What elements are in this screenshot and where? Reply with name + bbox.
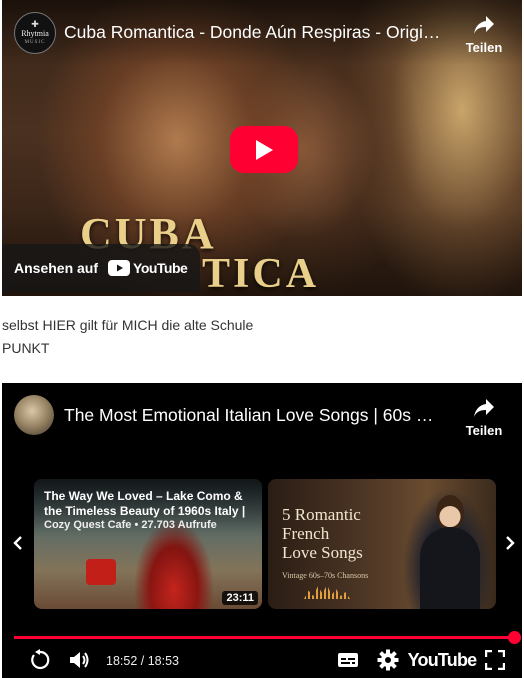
figure-body (420, 527, 480, 609)
youtube-logo-button[interactable]: YouTube (408, 647, 478, 673)
article-text: selbst HIER gilt für MICH die alte Schul… (2, 314, 512, 360)
audio-waveform-graphic (304, 585, 350, 599)
channel-logo-name: Rhytmia (21, 28, 49, 38)
replay-button[interactable] (26, 647, 54, 673)
share-button[interactable]: Teilen (460, 397, 508, 438)
poster-title-line: French (282, 524, 330, 543)
youtube-play-icon (108, 260, 131, 276)
handbag-image (86, 559, 116, 585)
youtube-logo: YouTube (108, 260, 188, 276)
figure-head (436, 495, 464, 531)
gear-icon (377, 649, 399, 671)
chevron-left-icon (13, 536, 22, 550)
channel-avatar[interactable]: ✚ Rhytmia MUSIC (14, 12, 56, 54)
poster-title-line2: TICA (202, 251, 320, 296)
fullscreen-button[interactable] (482, 647, 508, 673)
video-title[interactable]: The Most Emotional Italian Love Songs | … (64, 405, 444, 426)
volume-button[interactable] (66, 647, 94, 673)
play-icon (256, 139, 273, 160)
watch-on-label: Ansehen auf (14, 260, 99, 276)
video-title[interactable]: Cuba Romantica - Donde Aún Respiras - Or… (64, 22, 444, 43)
share-icon (474, 399, 494, 417)
video-embed-1[interactable]: ✚ Rhytmia MUSIC Cuba Romantica - Donde A… (2, 0, 522, 296)
poster-title-line: Love Songs (282, 543, 363, 562)
share-label: Teilen (465, 423, 503, 438)
channel-avatar[interactable] (14, 395, 54, 435)
channel-logo-mark: ✚ (31, 18, 39, 29)
youtube-wordmark: YouTube (133, 260, 188, 276)
woman-figure-image (414, 495, 484, 609)
watch-on-youtube-button[interactable]: Ansehen auf YouTube (2, 244, 200, 292)
video-duration-badge: 23:11 (222, 591, 258, 605)
share-label: Teilen (465, 40, 503, 55)
article-line-2: PUNKT (2, 340, 50, 356)
related-video-card[interactable]: 5 Romantic French Love Songs Vintage 60s… (268, 479, 496, 609)
next-arrow-button[interactable] (500, 533, 520, 553)
poster-title-line: 5 Romantic (282, 505, 361, 524)
replay-icon (31, 649, 50, 670)
progress-played (14, 636, 514, 639)
subtitles-icon (338, 653, 358, 667)
settings-button[interactable] (374, 647, 402, 673)
share-button[interactable]: Teilen (460, 14, 508, 55)
chevron-right-icon (506, 536, 515, 550)
previous-arrow-button[interactable] (8, 533, 28, 553)
play-button[interactable] (230, 126, 298, 173)
related-video-card[interactable]: The Way We Loved – Lake Como & the Timel… (34, 479, 262, 609)
article-line-1: selbst HIER gilt für MICH die alte Schul… (2, 317, 254, 333)
youtube-wordmark: YouTube (407, 649, 478, 670)
player-controls: 18:52 / 18:53 YouTube (2, 645, 522, 675)
time-display: 18:52 / 18:53 (106, 654, 179, 668)
subtitles-button[interactable] (334, 647, 362, 673)
volume-icon (70, 652, 89, 668)
channel-logo-sub: MUSIC (24, 39, 46, 45)
related-video-meta: Cozy Quest Cafe • 27.703 Aufrufe (44, 519, 217, 531)
related-video-poster-title: 5 Romantic French Love Songs (282, 505, 402, 562)
related-video-title: The Way We Loved – Lake Como & the Timel… (44, 489, 246, 518)
progress-bar[interactable] (14, 631, 521, 644)
share-icon (474, 16, 494, 34)
scrubber-handle[interactable] (508, 631, 521, 644)
related-video-poster-subtitle: Vintage 60s–70s Chansons (282, 571, 369, 580)
fullscreen-icon (485, 650, 505, 670)
video-embed-2[interactable]: The Most Emotional Italian Love Songs | … (2, 383, 522, 678)
